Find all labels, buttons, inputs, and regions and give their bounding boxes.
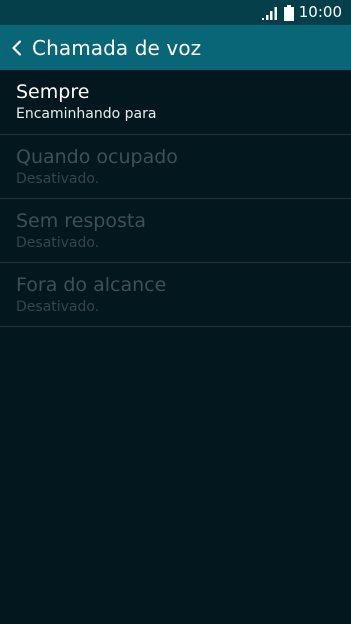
app-bar: Chamada de voz bbox=[0, 25, 351, 70]
chevron-left-icon[interactable] bbox=[11, 39, 22, 56]
screen: 10:00 Chamada de voz Sempre Encaminhando… bbox=[0, 0, 351, 624]
page-title[interactable]: Chamada de voz bbox=[32, 36, 201, 60]
status-bar: 10:00 bbox=[0, 0, 351, 25]
option-subtitle: Desativado. bbox=[16, 171, 100, 187]
option-sem-resposta: Sem resposta Desativado. bbox=[0, 199, 351, 263]
status-time: 10:00 bbox=[298, 3, 342, 21]
battery-icon bbox=[283, 4, 294, 21]
option-title: Quando ocupado bbox=[16, 146, 178, 168]
option-subtitle: Desativado. bbox=[16, 235, 100, 251]
option-sempre[interactable]: Sempre Encaminhando para bbox=[0, 70, 351, 135]
option-title: Sempre bbox=[16, 81, 90, 103]
forwarding-options-list: Sempre Encaminhando para Quando ocupado … bbox=[0, 70, 351, 327]
signal-bars-icon bbox=[261, 6, 277, 20]
option-fora-do-alcance: Fora do alcance Desativado. bbox=[0, 263, 351, 327]
option-subtitle: Desativado. bbox=[16, 299, 100, 315]
option-title: Sem resposta bbox=[16, 210, 146, 232]
option-quando-ocupado: Quando ocupado Desativado. bbox=[0, 135, 351, 199]
option-subtitle: Encaminhando para bbox=[16, 106, 157, 122]
option-title: Fora do alcance bbox=[16, 274, 167, 296]
